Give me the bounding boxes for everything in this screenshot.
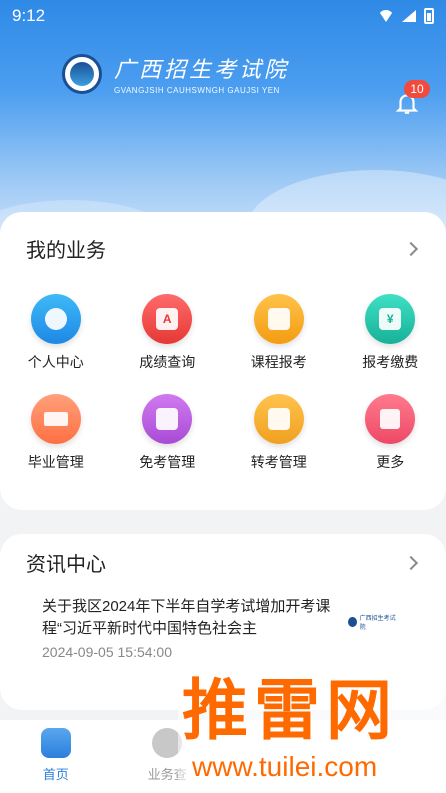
- business-item-graduation[interactable]: 毕业管理: [0, 394, 112, 472]
- watermark-text: 推雷网: [182, 673, 398, 747]
- news-thumbnail-logo: 广西招生考试院: [348, 614, 396, 631]
- emblem-icon: [62, 53, 102, 94]
- tab-home[interactable]: 首页: [0, 720, 112, 793]
- news-title: 关于我区2024年下半年自学考试增加开考课程“习近平新时代中国特色社会主: [42, 598, 331, 637]
- business-item-transfer[interactable]: 转考管理: [223, 394, 335, 472]
- home-icon: [40, 728, 71, 758]
- transfer-icon: [253, 394, 304, 444]
- wifi-icon: [378, 10, 394, 22]
- status-time: 9:12: [12, 6, 46, 25]
- chevron-right-icon[interactable]: [403, 241, 419, 256]
- battery-icon: [424, 8, 434, 24]
- status-bar: 9:12: [0, 0, 446, 32]
- business-item-payment[interactable]: ¥ 报考缴费: [335, 294, 446, 372]
- business-item-more[interactable]: 更多: [335, 394, 446, 472]
- grade-icon: A: [142, 294, 193, 344]
- news-item[interactable]: 关于我区2024年下半年自学考试增加开考课程“习近平新时代中国特色社会主 202…: [42, 596, 342, 660]
- business-item-grade-query[interactable]: A 成绩查询: [112, 294, 224, 372]
- news-date: 2024-09-05 15:54:00: [42, 644, 172, 660]
- app-logo: 广西招生考试院 GVANGJSIH CAUHSWNGH GAUJSI YEN: [62, 52, 289, 95]
- business-item-course-registration[interactable]: 课程报考: [223, 294, 335, 372]
- exemption-icon: [142, 394, 193, 444]
- logo-chinese-name: 广西招生考试院: [114, 58, 290, 83]
- business-item-exemption[interactable]: 免考管理: [112, 394, 224, 472]
- more-grid-icon: [365, 394, 416, 444]
- my-business-card: 我的业务 个人中心 A 成绩查询 课程报考 ¥ 报考缴费 毕业管理 免考管理 转…: [0, 212, 446, 510]
- logo-english-name: GVANGJSIH CAUHSWNGH GAUJSI YEN: [114, 86, 280, 95]
- section-title: 我的业务: [26, 240, 106, 262]
- watermark-url: www.tuilei.com: [192, 751, 378, 782]
- signal-icon: [402, 10, 416, 22]
- course-icon: [253, 294, 304, 344]
- payment-icon: ¥: [365, 294, 416, 344]
- section-title: 资讯中心: [26, 554, 106, 576]
- graduation-cap-icon: [30, 394, 81, 444]
- notification-badge: 10: [404, 80, 430, 98]
- business-item-personal-center[interactable]: 个人中心: [0, 294, 112, 372]
- person-icon: [30, 294, 81, 344]
- chevron-right-icon[interactable]: [403, 555, 419, 570]
